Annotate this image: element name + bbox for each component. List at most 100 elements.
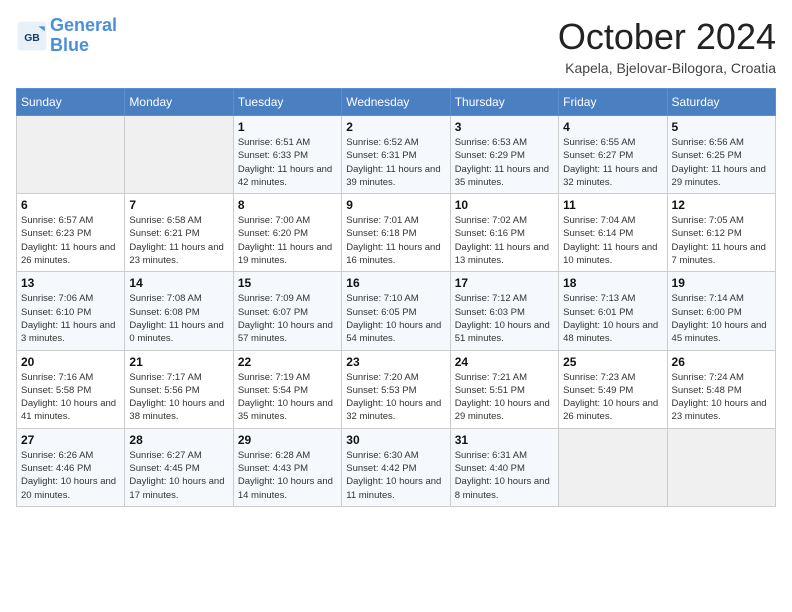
calendar-cell: 24 Sunrise: 7:21 AMSunset: 5:51 PMDayligh… xyxy=(450,350,558,428)
calendar-cell: 28 Sunrise: 6:27 AMSunset: 4:45 PMDayligh… xyxy=(125,428,233,506)
calendar-cell: 9Sunrise: 7:01 AMSunset: 6:18 PMDaylight… xyxy=(342,194,450,272)
location: Kapela, Bjelovar-Bilogora, Croatia xyxy=(558,60,776,76)
calendar-cell: 12Sunrise: 7:05 AMSunset: 6:12 PMDayligh… xyxy=(667,194,775,272)
calendar-cell: 6Sunrise: 6:57 AMSunset: 6:23 PMDaylight… xyxy=(17,194,125,272)
day-number: 18 xyxy=(563,276,662,290)
calendar-week-row: 27 Sunrise: 6:26 AMSunset: 4:46 PMDayligh… xyxy=(17,428,776,506)
weekday-header: Saturday xyxy=(667,89,775,116)
weekday-header: Thursday xyxy=(450,89,558,116)
day-info: Sunrise: 7:24 AMSunset: 5:48 PMDaylight:… xyxy=(672,371,771,424)
day-number: 28 xyxy=(129,433,228,447)
calendar-cell: 19 Sunrise: 7:14 AMSunset: 6:00 PMDayligh… xyxy=(667,272,775,350)
day-number: 19 xyxy=(672,276,771,290)
calendar-cell: 30 Sunrise: 6:30 AMSunset: 4:42 PMDayligh… xyxy=(342,428,450,506)
day-info: Sunrise: 7:09 AMSunset: 6:07 PMDaylight:… xyxy=(238,292,337,345)
day-number: 24 xyxy=(455,355,554,369)
day-number: 31 xyxy=(455,433,554,447)
calendar-week-row: 13 Sunrise: 7:06 AMSunset: 6:10 PMDayligh… xyxy=(17,272,776,350)
day-number: 26 xyxy=(672,355,771,369)
day-info: Sunrise: 6:55 AMSunset: 6:27 PMDaylight:… xyxy=(563,136,662,189)
page-header: GB General Blue October 2024 Kapela, Bje… xyxy=(16,16,776,76)
day-info: Sunrise: 7:13 AMSunset: 6:01 PMDaylight:… xyxy=(563,292,662,345)
day-info: Sunrise: 7:23 AMSunset: 5:49 PMDaylight:… xyxy=(563,371,662,424)
day-info: Sunrise: 7:17 AMSunset: 5:56 PMDaylight:… xyxy=(129,371,228,424)
day-info: Sunrise: 7:02 AMSunset: 6:16 PMDaylight:… xyxy=(455,214,554,267)
calendar-cell xyxy=(125,116,233,194)
day-info: Sunrise: 7:20 AMSunset: 5:53 PMDaylight:… xyxy=(346,371,445,424)
day-number: 13 xyxy=(21,276,120,290)
day-number: 11 xyxy=(563,198,662,212)
day-info: Sunrise: 7:04 AMSunset: 6:14 PMDaylight:… xyxy=(563,214,662,267)
day-info: Sunrise: 7:10 AMSunset: 6:05 PMDaylight:… xyxy=(346,292,445,345)
day-number: 3 xyxy=(455,120,554,134)
day-info: Sunrise: 6:58 AMSunset: 6:21 PMDaylight:… xyxy=(129,214,228,267)
day-number: 25 xyxy=(563,355,662,369)
logo-line1: General xyxy=(50,15,117,35)
day-info: Sunrise: 6:27 AMSunset: 4:45 PMDaylight:… xyxy=(129,449,228,502)
logo-icon: GB xyxy=(16,20,48,52)
day-number: 16 xyxy=(346,276,445,290)
calendar-cell: 11 Sunrise: 7:04 AMSunset: 6:14 PMDayligh… xyxy=(559,194,667,272)
calendar-cell: 31 Sunrise: 6:31 AMSunset: 4:40 PMDayligh… xyxy=(450,428,558,506)
weekday-header: Monday xyxy=(125,89,233,116)
calendar-cell: 7Sunrise: 6:58 AMSunset: 6:21 PMDaylight… xyxy=(125,194,233,272)
calendar-week-row: 6Sunrise: 6:57 AMSunset: 6:23 PMDaylight… xyxy=(17,194,776,272)
calendar-cell xyxy=(17,116,125,194)
day-info: Sunrise: 6:51 AMSunset: 6:33 PMDaylight:… xyxy=(238,136,337,189)
day-number: 30 xyxy=(346,433,445,447)
weekday-header: Wednesday xyxy=(342,89,450,116)
day-info: Sunrise: 6:28 AMSunset: 4:43 PMDaylight:… xyxy=(238,449,337,502)
calendar-week-row: 1 Sunrise: 6:51 AMSunset: 6:33 PMDaylight… xyxy=(17,116,776,194)
day-number: 9 xyxy=(346,198,445,212)
calendar-cell: 17 Sunrise: 7:12 AMSunset: 6:03 PMDayligh… xyxy=(450,272,558,350)
day-info: Sunrise: 6:53 AMSunset: 6:29 PMDaylight:… xyxy=(455,136,554,189)
day-number: 21 xyxy=(129,355,228,369)
calendar-cell: 14Sunrise: 7:08 AMSunset: 6:08 PMDayligh… xyxy=(125,272,233,350)
calendar-cell: 27 Sunrise: 6:26 AMSunset: 4:46 PMDayligh… xyxy=(17,428,125,506)
calendar-cell: 2Sunrise: 6:52 AMSunset: 6:31 PMDaylight… xyxy=(342,116,450,194)
calendar-cell: 3 Sunrise: 6:53 AMSunset: 6:29 PMDaylight… xyxy=(450,116,558,194)
day-info: Sunrise: 7:14 AMSunset: 6:00 PMDaylight:… xyxy=(672,292,771,345)
day-info: Sunrise: 7:16 AMSunset: 5:58 PMDaylight:… xyxy=(21,371,120,424)
calendar-cell: 16 Sunrise: 7:10 AMSunset: 6:05 PMDayligh… xyxy=(342,272,450,350)
day-number: 10 xyxy=(455,198,554,212)
calendar-cell: 8 Sunrise: 7:00 AMSunset: 6:20 PMDaylight… xyxy=(233,194,341,272)
calendar-cell: 13 Sunrise: 7:06 AMSunset: 6:10 PMDayligh… xyxy=(17,272,125,350)
day-number: 8 xyxy=(238,198,337,212)
day-number: 5 xyxy=(672,120,771,134)
weekday-header: Sunday xyxy=(17,89,125,116)
calendar-week-row: 20Sunrise: 7:16 AMSunset: 5:58 PMDayligh… xyxy=(17,350,776,428)
logo: GB General Blue xyxy=(16,16,117,56)
calendar-cell: 15 Sunrise: 7:09 AMSunset: 6:07 PMDayligh… xyxy=(233,272,341,350)
calendar-cell xyxy=(667,428,775,506)
day-number: 22 xyxy=(238,355,337,369)
day-number: 27 xyxy=(21,433,120,447)
day-info: Sunrise: 7:06 AMSunset: 6:10 PMDaylight:… xyxy=(21,292,120,345)
day-number: 15 xyxy=(238,276,337,290)
weekday-header: Tuesday xyxy=(233,89,341,116)
day-info: Sunrise: 6:56 AMSunset: 6:25 PMDaylight:… xyxy=(672,136,771,189)
calendar-header-row: SundayMondayTuesdayWednesdayThursdayFrid… xyxy=(17,89,776,116)
day-info: Sunrise: 7:21 AMSunset: 5:51 PMDaylight:… xyxy=(455,371,554,424)
day-number: 2 xyxy=(346,120,445,134)
day-info: Sunrise: 6:31 AMSunset: 4:40 PMDaylight:… xyxy=(455,449,554,502)
day-number: 14 xyxy=(129,276,228,290)
day-info: Sunrise: 6:26 AMSunset: 4:46 PMDaylight:… xyxy=(21,449,120,502)
calendar-cell: 21 Sunrise: 7:17 AMSunset: 5:56 PMDayligh… xyxy=(125,350,233,428)
calendar-cell: 22 Sunrise: 7:19 AMSunset: 5:54 PMDayligh… xyxy=(233,350,341,428)
day-number: 17 xyxy=(455,276,554,290)
day-info: Sunrise: 7:12 AMSunset: 6:03 PMDaylight:… xyxy=(455,292,554,345)
day-number: 29 xyxy=(238,433,337,447)
title-block: October 2024 Kapela, Bjelovar-Bilogora, … xyxy=(558,16,776,76)
weekday-header: Friday xyxy=(559,89,667,116)
calendar-table: SundayMondayTuesdayWednesdayThursdayFrid… xyxy=(16,88,776,507)
day-number: 1 xyxy=(238,120,337,134)
calendar-cell: 23Sunrise: 7:20 AMSunset: 5:53 PMDayligh… xyxy=(342,350,450,428)
calendar-cell: 1 Sunrise: 6:51 AMSunset: 6:33 PMDaylight… xyxy=(233,116,341,194)
day-info: Sunrise: 7:05 AMSunset: 6:12 PMDaylight:… xyxy=(672,214,771,267)
calendar-cell: 5 Sunrise: 6:56 AMSunset: 6:25 PMDaylight… xyxy=(667,116,775,194)
day-info: Sunrise: 7:19 AMSunset: 5:54 PMDaylight:… xyxy=(238,371,337,424)
day-info: Sunrise: 6:30 AMSunset: 4:42 PMDaylight:… xyxy=(346,449,445,502)
day-info: Sunrise: 7:00 AMSunset: 6:20 PMDaylight:… xyxy=(238,214,337,267)
calendar-cell: 18 Sunrise: 7:13 AMSunset: 6:01 PMDayligh… xyxy=(559,272,667,350)
